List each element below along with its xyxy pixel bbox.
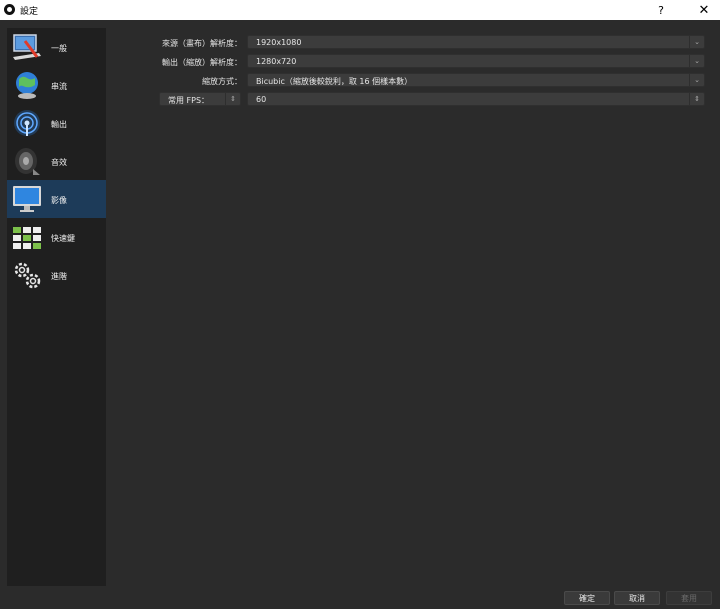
chevron-down-icon: ⌄ — [689, 55, 704, 67]
sidebar-item-label: 音效 — [51, 158, 67, 167]
stream-globe-icon — [16, 72, 38, 99]
downscale-filter-combo[interactable]: Bicubic（縮放後較銳利，取 16 個樣本數） ⌄ — [247, 73, 705, 87]
fps-type-combo[interactable]: 常用 FPS： ⇕ — [159, 92, 241, 106]
sidebar-item-hotkeys[interactable]: 快速鍵 — [7, 218, 106, 256]
sidebar-item-label: 一般 — [51, 44, 67, 53]
fps-value: 60 — [256, 95, 267, 104]
sidebar-item-advanced[interactable]: 進階 — [7, 256, 106, 294]
output-broadcast-icon — [14, 110, 40, 136]
downscale-filter-value: Bicubic（縮放後較銳利，取 16 個樣本數） — [256, 77, 413, 86]
sidebar-item-video[interactable]: 影像 — [7, 180, 106, 218]
sidebar-item-stream[interactable]: 串流 — [7, 66, 106, 104]
base-resolution-label: 來源（畫布）解析度： — [162, 39, 242, 48]
settings-sidebar: 一般 串流 輸出 音效 影像 快速鍵 進階 — [7, 28, 106, 586]
chevron-down-icon: ⌄ — [689, 36, 704, 48]
sidebar-item-label: 進階 — [51, 272, 67, 281]
sidebar-item-label: 串流 — [51, 82, 67, 91]
help-button[interactable]: ? — [646, 0, 676, 20]
sidebar-item-label: 影像 — [51, 196, 67, 205]
apply-button[interactable]: 套用 — [666, 591, 712, 605]
general-settings-icon — [13, 34, 41, 60]
sidebar-item-output[interactable]: 輸出 — [7, 104, 106, 142]
hotkeys-keyboard-icon — [13, 227, 41, 249]
downscale-filter-label: 縮放方式： — [202, 77, 242, 86]
chevron-down-icon: ⌄ — [689, 74, 704, 86]
video-monitor-icon — [13, 186, 41, 212]
sidebar-item-label: 輸出 — [51, 120, 67, 129]
ok-button[interactable]: 確定 — [564, 591, 610, 605]
obs-app-icon — [4, 4, 15, 15]
title-bar: 設定 ? ✕ — [0, 0, 720, 20]
cancel-button[interactable]: 取消 — [614, 591, 660, 605]
base-resolution-value: 1920x1080 — [256, 38, 302, 47]
advanced-gears-icon — [14, 262, 41, 289]
fps-value-combo[interactable]: 60 ⇕ — [247, 92, 705, 106]
sidebar-item-general[interactable]: 一般 — [7, 28, 106, 66]
output-resolution-label: 輸出（縮放）解析度： — [162, 58, 242, 67]
fps-type-value: 常用 FPS： — [168, 96, 210, 105]
window-title: 設定 — [20, 7, 39, 17]
up-down-arrows-icon: ⇕ — [225, 93, 240, 105]
audio-speaker-icon — [15, 148, 40, 175]
base-resolution-combo[interactable]: 1920x1080 ⌄ — [247, 35, 705, 49]
sidebar-item-audio[interactable]: 音效 — [7, 142, 106, 180]
output-resolution-combo[interactable]: 1280x720 ⌄ — [247, 54, 705, 68]
sidebar-item-label: 快速鍵 — [51, 234, 75, 243]
output-resolution-value: 1280x720 — [256, 57, 297, 66]
close-button[interactable]: ✕ — [689, 0, 719, 20]
up-down-arrows-icon: ⇕ — [689, 93, 704, 105]
